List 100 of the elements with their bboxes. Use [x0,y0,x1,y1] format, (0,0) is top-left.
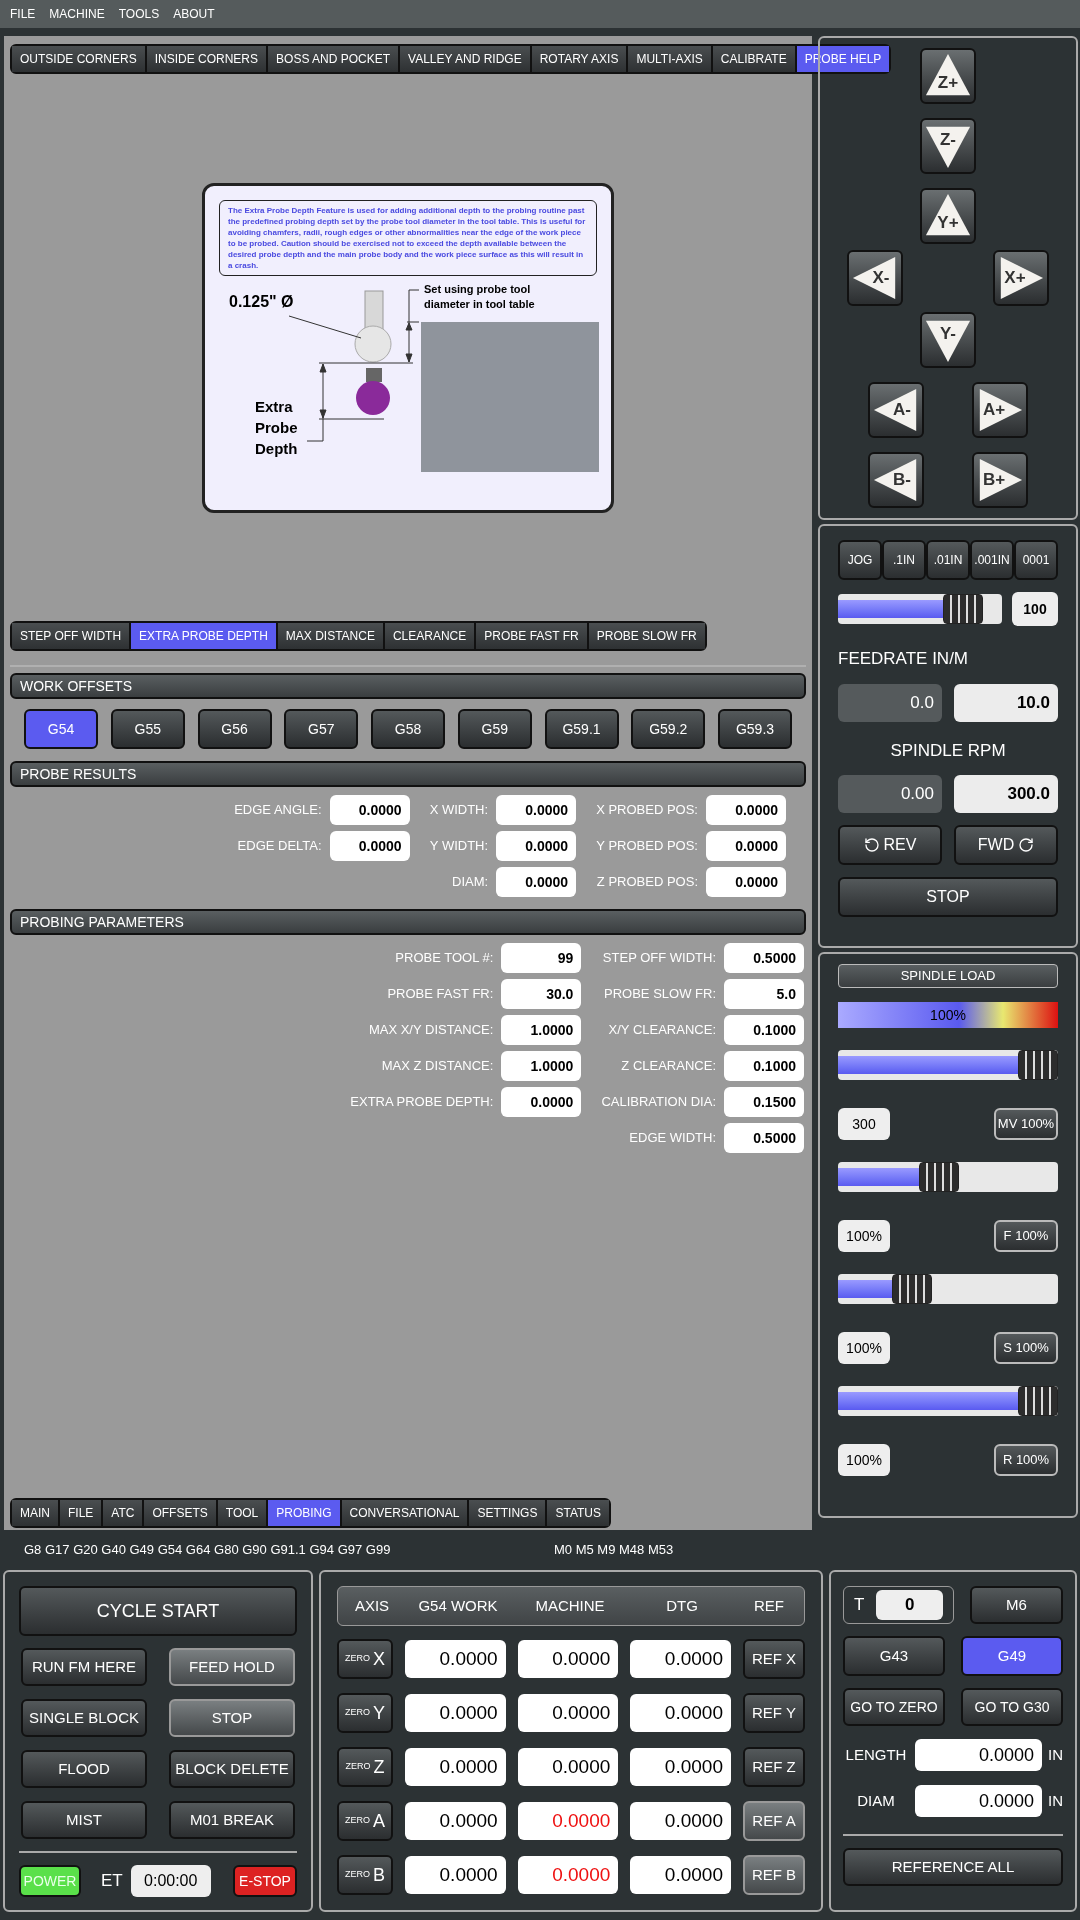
parameter-tab[interactable]: PROBE SLOW FR [588,623,705,649]
parameter-tab[interactable]: EXTRA PROBE DEPTH [131,623,276,649]
tool-offset-button[interactable]: G49 [961,1636,1063,1676]
slider-thumb[interactable] [892,1274,932,1304]
value-field[interactable]: 0.0000 [706,795,786,825]
offset-button[interactable]: G59.1 [544,709,619,749]
tool-offset-button[interactable]: G43 [843,1636,945,1676]
menu-item[interactable]: TOOLS [118,5,160,23]
probe-tab[interactable]: VALLEY AND RIDGE [400,46,530,72]
go-to-g30-button[interactable]: GO TO G30 [961,1688,1063,1726]
value-field[interactable]: 100% [838,1332,890,1364]
probe-tab[interactable]: INSIDE CORNERS [146,46,267,72]
axis-jog-button[interactable]: X- [847,250,903,306]
main-tab[interactable]: OFFSETS [144,1500,216,1526]
value-field[interactable]: 5.0 [724,979,804,1009]
parameter-tab[interactable]: PROBE FAST FR [476,623,587,649]
cycle-start-button[interactable]: CYCLE START [19,1586,297,1636]
value-field[interactable]: 0.1000 [724,1015,804,1045]
parameter-tab[interactable]: MAX DISTANCE [277,623,383,649]
slider[interactable] [838,594,1002,624]
main-tab[interactable]: FILE [60,1500,102,1526]
override-button[interactable]: S 100% [994,1332,1058,1364]
machine-button[interactable]: FEED HOLD [169,1648,295,1686]
value-field[interactable]: 0.5000 [724,943,804,973]
slider[interactable] [838,1274,1058,1304]
offset-button[interactable]: G57 [284,709,359,749]
machine-button[interactable]: RUN FM HERE [21,1648,147,1686]
parameter-tab[interactable]: CLEARANCE [384,623,475,649]
machine-button[interactable]: MIST [21,1801,147,1839]
value-field[interactable]: 300 [838,1108,890,1140]
value-field[interactable]: 30.0 [501,979,582,1009]
slider-thumb[interactable] [943,594,984,624]
value-field[interactable]: 0.5000 [724,1123,804,1153]
value-field[interactable]: 0.0000 [496,831,577,861]
value-field[interactable]: 0.0000 [329,831,410,861]
offset-button[interactable]: G54 [24,709,98,749]
value-field[interactable]: 99 [501,943,582,973]
main-tab[interactable]: PROBING [268,1500,340,1526]
ref-button[interactable]: REF Y [743,1693,805,1733]
main-tab[interactable]: CONVERSATIONAL [341,1500,468,1526]
e-stop-button[interactable]: E-STOP [233,1865,297,1897]
override-button[interactable]: MV 100% [994,1108,1058,1140]
ref-button[interactable]: REF X [743,1639,805,1679]
value-field[interactable]: 0.0000 [706,867,786,897]
axis-jog-button[interactable]: B- [868,452,924,508]
value-field[interactable]: 0.0000 [329,795,410,825]
value-field[interactable]: 300.0 [954,775,1058,813]
value-field[interactable]: 1.0000 [501,1051,582,1081]
value-field[interactable]: 0.0000 [915,1785,1042,1817]
axis-jog-button[interactable]: Z- [920,118,976,174]
value-field[interactable]: 0.1000 [724,1051,804,1081]
probe-tab[interactable]: CALIBRATE [712,46,795,72]
override-button[interactable]: F 100% [994,1220,1058,1252]
override-button[interactable]: R 100% [994,1444,1058,1476]
offset-button[interactable]: G58 [371,709,445,749]
ref-button[interactable]: REF B [743,1855,805,1895]
probe-tab[interactable]: OUTSIDE CORNERS [12,46,145,72]
spindle-stop-button[interactable]: STOP [838,877,1058,917]
menu-item[interactable]: FILE [10,5,36,23]
menu-item[interactable]: ABOUT [173,5,215,23]
increment-button[interactable]: JOG [838,540,882,580]
increment-button[interactable]: .01IN [926,540,970,580]
forward-button[interactable]: FWD [954,825,1058,865]
offset-button[interactable]: G56 [197,709,272,749]
increment-button[interactable]: .001IN [970,540,1014,580]
axis-jog-button[interactable]: A- [868,382,924,438]
value-field[interactable]: 100% [838,1220,890,1252]
machine-button[interactable]: STOP [169,1699,295,1737]
probe-tab[interactable]: MULTI-AXIS [628,46,711,72]
axis-jog-button[interactable]: Y- [920,312,976,368]
go-to-zero-button[interactable]: GO TO ZERO [843,1688,945,1726]
value-field[interactable]: 0.0000 [496,867,577,897]
value-field[interactable]: 0.0000 [915,1739,1042,1771]
ref-button[interactable]: REF A [743,1801,805,1841]
axis-jog-button[interactable]: Z+ [920,48,976,104]
m6-button[interactable]: M6 [970,1586,1063,1624]
machine-button[interactable]: BLOCK DELETE [169,1750,295,1788]
value-field[interactable]: 100 [1012,592,1058,626]
offset-button[interactable]: G59 [457,709,532,749]
ref-button[interactable]: REF Z [743,1747,805,1787]
slider[interactable] [838,1162,1058,1192]
value-field[interactable]: 1.0000 [501,1015,582,1045]
value-field[interactable]: 0.0000 [496,795,577,825]
menu-item[interactable]: MACHINE [49,5,105,23]
axis-jog-button[interactable]: A+ [972,382,1028,438]
tool-number-field[interactable]: 0 [876,1590,943,1620]
value-field[interactable]: 0.0000 [501,1087,582,1117]
increment-button[interactable]: .1IN [882,540,926,580]
machine-button[interactable]: M01 BREAK [169,1801,295,1839]
value-field[interactable]: 0.0000 [706,831,786,861]
axis-jog-button[interactable]: B+ [972,452,1028,508]
offset-button[interactable]: G55 [110,709,185,749]
slider-thumb[interactable] [1018,1050,1058,1080]
offset-button[interactable]: G59.3 [718,709,792,749]
main-tab[interactable]: MAIN [12,1500,58,1526]
value-field[interactable]: 100% [838,1444,890,1476]
value-field[interactable]: 10.0 [954,683,1058,722]
probe-tab[interactable]: ROTARY AXIS [531,46,627,72]
main-tab[interactable]: TOOL [217,1500,267,1526]
parameter-tab[interactable]: STEP OFF WIDTH [12,623,130,649]
